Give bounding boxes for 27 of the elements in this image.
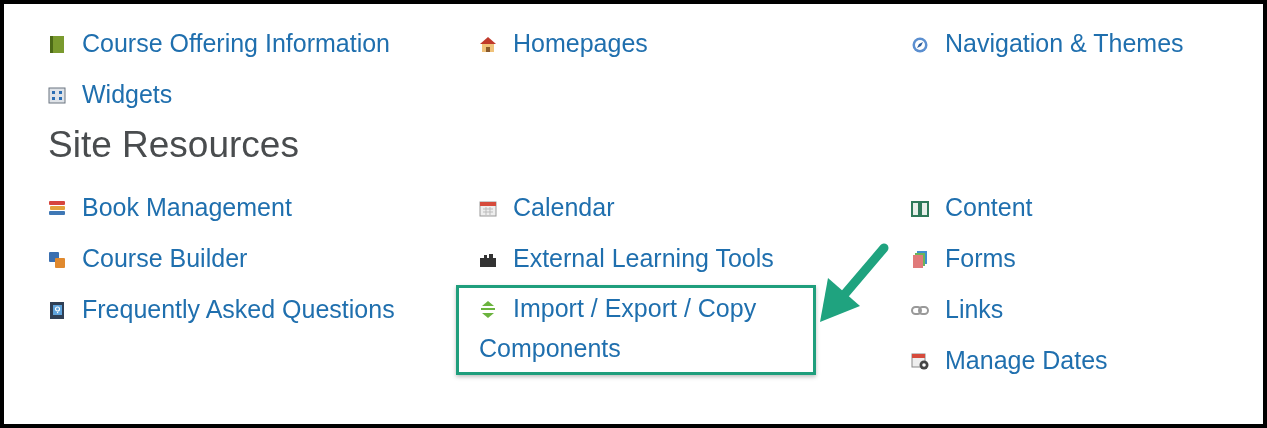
open-book-icon xyxy=(911,199,929,218)
question-book-icon xyxy=(48,301,66,320)
arrows-icon xyxy=(479,300,497,319)
link[interactable]: Forms xyxy=(911,238,1267,278)
link[interactable]: Homepages xyxy=(479,23,911,63)
grid-icon xyxy=(48,86,66,105)
link[interactable]: Course Offering Information xyxy=(48,23,479,63)
link[interactable]: Manage Dates xyxy=(911,340,1267,380)
blocks-icon xyxy=(48,250,66,269)
link[interactable]: Import / Export / Copy Components xyxy=(479,288,805,368)
link[interactable]: Content xyxy=(911,187,1267,227)
link[interactable]: Frequently Asked Questions xyxy=(48,289,479,329)
forms-icon xyxy=(911,250,929,269)
calendar-icon xyxy=(479,199,497,218)
compass-icon xyxy=(911,35,929,54)
calendar-gear-icon xyxy=(911,352,929,371)
link[interactable]: Book Management xyxy=(48,187,479,227)
link[interactable]: Calendar xyxy=(479,187,911,227)
link[interactable]: Course Builder xyxy=(48,238,479,278)
book-icon xyxy=(48,35,66,54)
link[interactable]: Widgets xyxy=(48,74,479,114)
link[interactable]: External Learning Tools xyxy=(479,238,911,278)
house-icon xyxy=(479,35,497,54)
link[interactable]: Links xyxy=(911,289,1267,329)
books-icon xyxy=(48,199,66,218)
section-heading: Site Resources xyxy=(48,123,300,167)
link[interactable]: Navigation & Themes xyxy=(911,23,1267,63)
